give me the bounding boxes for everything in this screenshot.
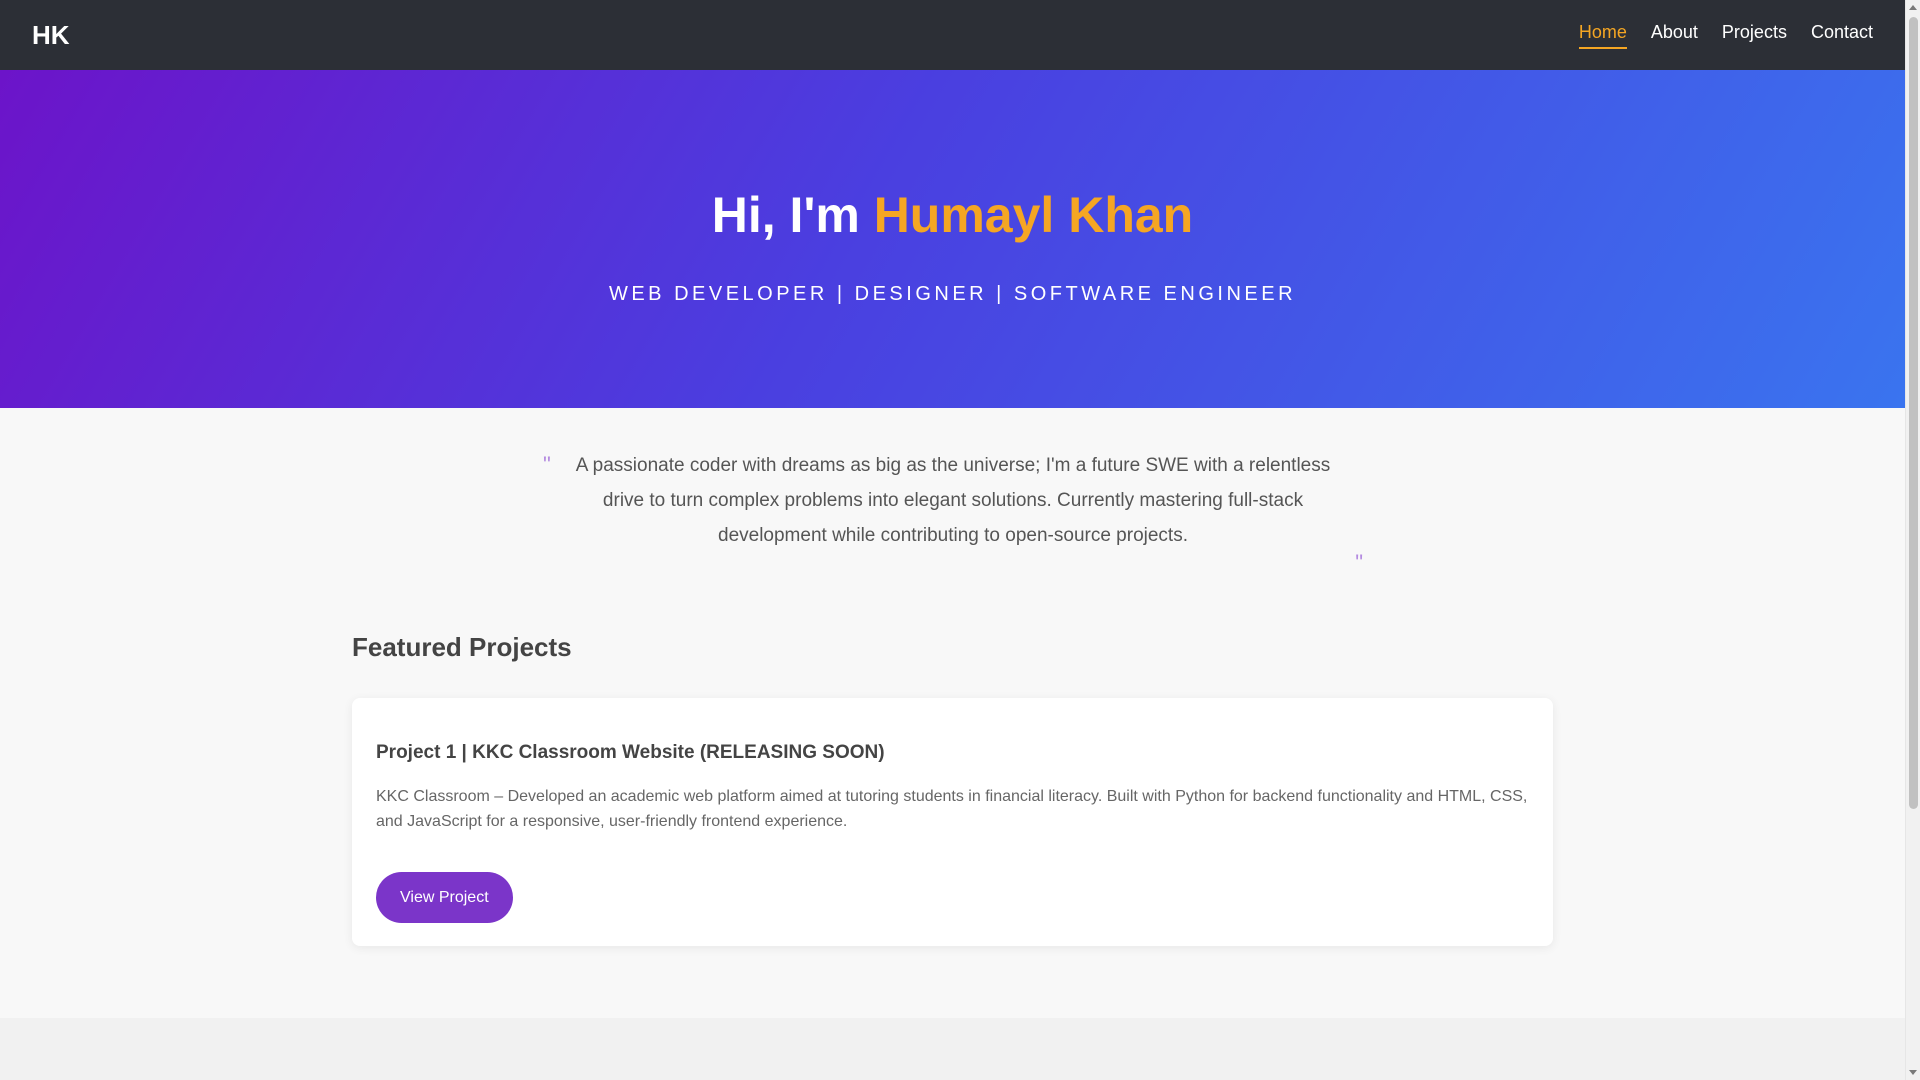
intro-quote: " A passionate coder with dreams as big … bbox=[543, 448, 1363, 575]
project-card: Project 1 | KKC Classroom Website (RELEA… bbox=[352, 698, 1553, 946]
top-navbar: HK Home About Projects Contact bbox=[0, 0, 1905, 70]
nav-link-about[interactable]: About bbox=[1651, 22, 1698, 49]
scroll-up-icon[interactable] bbox=[1909, 5, 1917, 10]
page-scrollbar[interactable] bbox=[1905, 0, 1920, 1080]
view-project-button[interactable]: View Project bbox=[376, 872, 513, 923]
footer-strip bbox=[0, 1018, 1905, 1080]
project-description: KKC Classroom – Developed an academic we… bbox=[376, 788, 1528, 830]
scroll-thumb[interactable] bbox=[1909, 17, 1918, 809]
hero-name: Humayl Khan bbox=[873, 187, 1194, 243]
hero-subtitle: WEB DEVELOPER | DESIGNER | SOFTWARE ENGI… bbox=[608, 283, 1297, 305]
nav-link-home[interactable]: Home bbox=[1578, 22, 1627, 49]
quote-open-mark: " bbox=[543, 452, 551, 477]
quote-text: A passionate coder with dreams as big as… bbox=[575, 455, 1331, 546]
hero-greeting: Hi, I'm bbox=[711, 187, 860, 243]
page: HK Home About Projects Contact Hi, I'm H… bbox=[0, 0, 1905, 1080]
featured-projects-title: Featured Projects bbox=[352, 632, 572, 662]
scroll-down-icon[interactable] bbox=[1909, 1070, 1917, 1075]
nav-link-projects[interactable]: Projects bbox=[1722, 22, 1787, 49]
nav-link-contact[interactable]: Contact bbox=[1811, 22, 1873, 49]
project-title: Project 1 | KKC Classroom Website (RELEA… bbox=[376, 742, 885, 763]
hero-title: Hi, I'm Humayl Khan bbox=[0, 190, 1905, 240]
site-logo[interactable]: HK bbox=[32, 20, 70, 51]
nav-links: Home About Projects Contact bbox=[1578, 22, 1873, 49]
main-content: " A passionate coder with dreams as big … bbox=[0, 408, 1905, 1018]
hero-section: Hi, I'm Humayl Khan WEB DEVELOPER | DESI… bbox=[0, 70, 1905, 408]
quote-close-mark: " bbox=[1355, 550, 1363, 575]
